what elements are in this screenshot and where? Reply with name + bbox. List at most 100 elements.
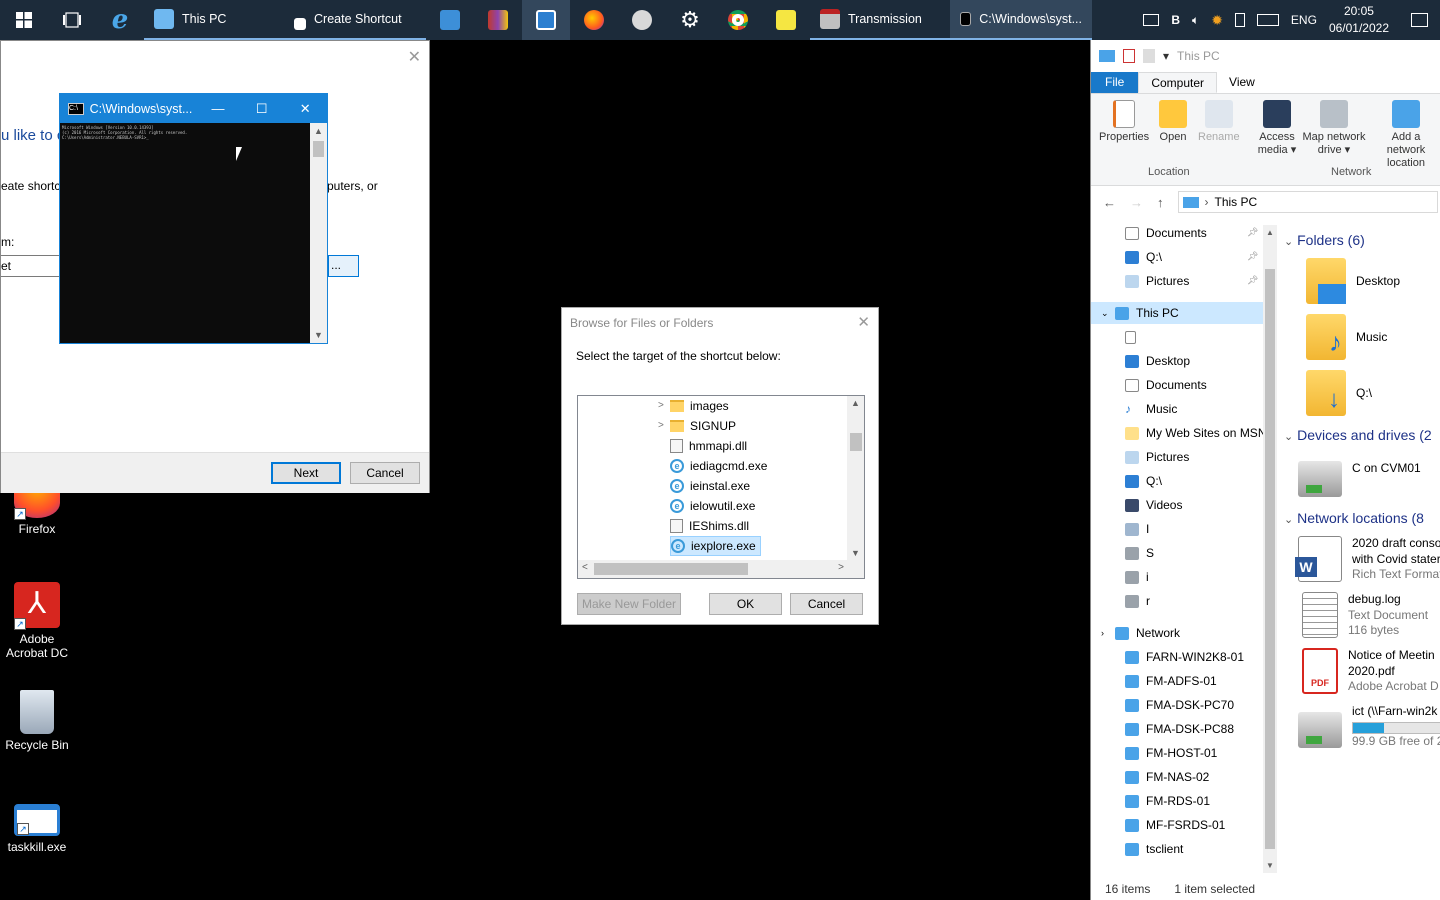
nav-item-music[interactable]: ♪ Music — [1125, 398, 1177, 420]
command-prompt-window[interactable]: C:\ C:\Windows\syst... — ☐ ✕ Microsoft W… — [59, 93, 328, 344]
tree-item-folder[interactable]: images — [670, 396, 729, 416]
file-tree[interactable]: > images > SIGNUP hmmapi.dll e iediagcmd… — [577, 395, 865, 579]
network-location-item[interactable]: PDF Notice of Meetin 2020.pdf Adobe Acrobat… — [1298, 648, 1439, 695]
nav-item-documents[interactable]: Documents — [1125, 222, 1207, 244]
browse-button[interactable]: ... — [328, 255, 359, 277]
cancel-button[interactable]: Cancel — [350, 462, 420, 484]
nav-item-network-drive[interactable]: r — [1125, 590, 1150, 612]
nav-item-computer[interactable]: FMA-DSK-PC70 — [1125, 694, 1234, 716]
tab-view[interactable]: View — [1217, 72, 1267, 93]
nav-item-desktop[interactable]: Desktop — [1125, 350, 1190, 372]
keyboard-icon[interactable] — [1256, 14, 1279, 26]
scroll-right-icon[interactable]: > — [838, 562, 844, 573]
tree-item-file[interactable]: IEShims.dll — [670, 516, 749, 536]
nav-item-computer[interactable]: MF-FSRDS-01 — [1125, 814, 1225, 836]
next-button[interactable]: Next — [271, 462, 341, 484]
drive-item[interactable]: C on CVM01 — [1298, 453, 1421, 497]
battery-icon[interactable] — [1234, 13, 1245, 27]
taskbar-spongebob-button[interactable] — [762, 0, 810, 40]
open-button[interactable]: Open — [1159, 100, 1187, 144]
minimize-icon[interactable]: — — [196, 101, 240, 116]
console-scrollbar[interactable]: ▲ ▼ — [310, 123, 327, 343]
notifications-icon[interactable] — [1411, 13, 1428, 27]
taskbar-app-console[interactable]: C:\Windows\syst... — [950, 0, 1092, 40]
pin-icon[interactable]: 📌︎ — [1247, 251, 1258, 262]
nav-item-network-drive[interactable]: S — [1125, 542, 1154, 564]
nav-item-drive[interactable]: I — [1125, 518, 1149, 540]
nav-item-drive[interactable] — [1125, 326, 1143, 348]
taskbar-app-transmission[interactable]: Transmission — [810, 0, 950, 40]
nav-item-videos[interactable]: Videos — [1125, 494, 1182, 516]
taskbar-window-button[interactable] — [522, 0, 570, 40]
devices-section-header[interactable]: ⌄ Devices and drives (2 — [1284, 427, 1432, 443]
nav-item-q-drive[interactable]: Q:\ — [1125, 246, 1162, 268]
close-icon[interactable]: ✕ — [283, 101, 327, 117]
nav-item-computer[interactable]: tsclient — [1125, 838, 1183, 860]
scroll-down-icon[interactable]: ▼ — [314, 330, 323, 340]
tree-item-file[interactable]: e iediagcmd.exe — [670, 456, 767, 476]
scroll-up-icon[interactable]: ▲ — [314, 126, 323, 136]
close-icon[interactable]: ✕ — [408, 47, 421, 67]
scroll-up-icon[interactable]: ▲ — [851, 398, 860, 408]
maximize-icon[interactable]: ☐ — [240, 101, 284, 117]
cancel-button[interactable]: Cancel — [790, 593, 863, 615]
tree-item-file[interactable]: e ielowutil.exe — [670, 496, 755, 516]
clock[interactable]: 20:05 06/01/2022 — [1329, 3, 1389, 37]
nav-item-documents[interactable]: Documents — [1125, 374, 1207, 396]
new-folder-icon[interactable] — [1143, 49, 1155, 63]
scrollbar-thumb[interactable] — [850, 433, 862, 451]
taskbar-ie-button[interactable]: e — [96, 0, 144, 40]
console-title-bar[interactable]: C:\ C:\Windows\syst... — ☐ ✕ — [60, 94, 327, 123]
scroll-down-icon[interactable]: ▼ — [851, 548, 860, 558]
nav-item-network[interactable]: › Network — [1101, 622, 1180, 644]
tree-item-folder[interactable]: SIGNUP — [670, 416, 736, 436]
make-new-folder-button[interactable]: Make New Folder — [577, 593, 681, 615]
language-indicator[interactable]: ENG — [1291, 13, 1317, 27]
taskbar-app-this-pc[interactable]: This PC — [144, 0, 284, 40]
network-location-item[interactable]: ict (\\Farn-win2k 99.9 GB free of 2 — [1298, 704, 1440, 749]
computer-icon[interactable] — [1099, 50, 1115, 62]
network-location-item[interactable]: W 2020 draft conso with Covid stater Rich T… — [1295, 536, 1440, 583]
taskbar-settings-button[interactable]: ⚙ — [666, 0, 714, 40]
network-tray-icon[interactable] — [1143, 14, 1160, 26]
taskbar-paint-button[interactable] — [618, 0, 666, 40]
network-location-item[interactable]: debug.log Text Document 116 bytes — [1298, 592, 1428, 639]
access-media-button[interactable]: Access media ▾ — [1257, 100, 1297, 157]
map-network-drive-button[interactable]: Map network drive ▾ — [1299, 100, 1369, 157]
nav-item-network-drive[interactable]: i — [1125, 566, 1149, 588]
add-network-location-button[interactable]: Add a network location — [1373, 100, 1439, 170]
ok-button[interactable]: OK — [709, 593, 782, 615]
taskbar-control-panel-button[interactable] — [426, 0, 474, 40]
pin-icon[interactable]: 📌︎ — [1247, 227, 1258, 238]
folder-item-q-drive[interactable]: ↓ Q:\ — [1306, 370, 1372, 416]
start-button[interactable] — [0, 0, 48, 40]
nav-item-pictures[interactable]: Pictures — [1125, 270, 1189, 292]
desktop-icon-firefox[interactable]: ↗ Firefox — [0, 488, 74, 536]
folders-section-header[interactable]: ⌄ Folders (6) — [1284, 232, 1365, 248]
properties-button[interactable]: Properties — [1099, 100, 1149, 144]
folder-item-desktop[interactable]: Desktop — [1306, 258, 1400, 304]
location-input[interactable]: et — [1, 255, 61, 277]
tray-letter-icon[interactable]: B — [1171, 13, 1180, 27]
scrollbar-thumb[interactable] — [313, 141, 324, 157]
nav-item-computer[interactable]: FM-ADFS-01 — [1125, 670, 1217, 692]
scrollbar-thumb[interactable] — [1265, 269, 1275, 849]
taskbar-winrar-button[interactable] — [474, 0, 522, 40]
tab-file[interactable]: File — [1091, 72, 1139, 93]
taskbar-chrome-button[interactable] — [714, 0, 762, 40]
forward-arrow-icon[interactable]: → — [1130, 195, 1143, 210]
desktop-icon-recycle-bin[interactable]: Recycle Bin — [0, 690, 74, 752]
nav-item-computer[interactable]: FMA-DSK-PC88 — [1125, 718, 1234, 740]
folder-item-music[interactable]: ♪ Music — [1306, 314, 1387, 360]
nav-item-computer[interactable]: FM-NAS-02 — [1125, 766, 1209, 788]
nav-item-q-drive[interactable]: Q:\ — [1125, 470, 1162, 492]
rename-button[interactable]: Rename — [1198, 100, 1240, 144]
scroll-up-icon[interactable]: ▲ — [1266, 228, 1274, 237]
tree-horizontal-scrollbar[interactable]: < > — [578, 560, 864, 578]
console-output[interactable]: Microsoft Windows [Version 10.0.14393] (… — [60, 123, 310, 343]
tab-computer[interactable]: Computer — [1138, 72, 1218, 93]
chevron-right-icon[interactable]: > — [658, 420, 664, 431]
sun-tray-icon[interactable]: ✹ — [1211, 12, 1223, 29]
nav-scrollbar[interactable]: ▲ ▼ — [1263, 225, 1277, 873]
pin-icon[interactable]: 📌︎ — [1247, 275, 1258, 286]
